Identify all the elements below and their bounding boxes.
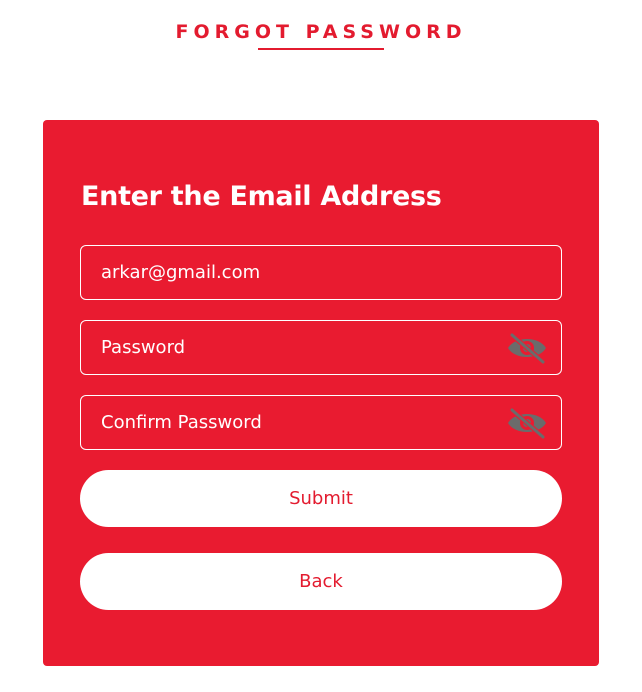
confirm-password-field[interactable] (81, 396, 561, 449)
email-field-wrapper (80, 245, 562, 300)
email-field[interactable] (81, 246, 561, 299)
submit-button[interactable]: Submit (80, 470, 562, 527)
form-heading: Enter the Email Address (81, 181, 442, 212)
confirm-password-visibility-toggle[interactable] (505, 406, 549, 440)
eye-off-icon (508, 407, 546, 439)
confirm-password-field-wrapper (80, 395, 562, 450)
eye-off-icon (508, 332, 546, 364)
back-button[interactable]: Back (80, 553, 562, 610)
page-header: FORGOT PASSWORD (0, 0, 642, 60)
password-visibility-toggle[interactable] (505, 331, 549, 365)
password-field[interactable] (81, 321, 561, 374)
title-underline (258, 48, 384, 50)
password-field-wrapper (80, 320, 562, 375)
page-title: FORGOT PASSWORD (175, 21, 467, 43)
